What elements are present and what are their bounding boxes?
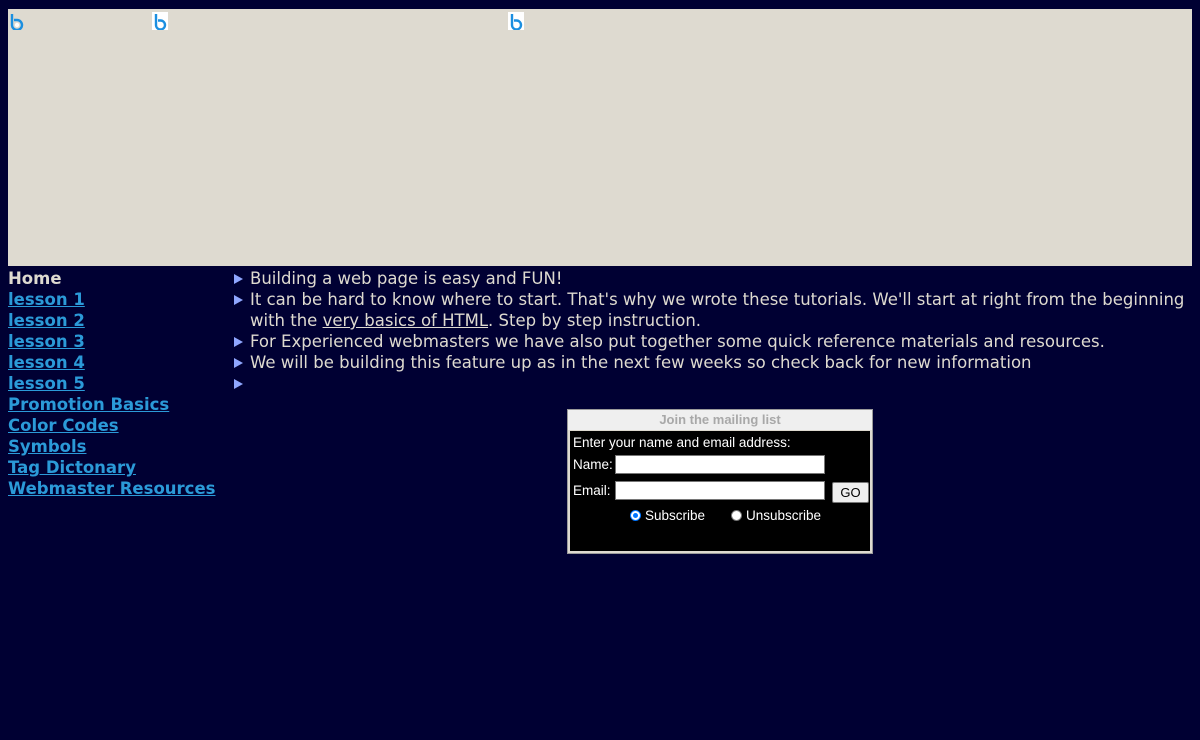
list-item: We will be building this feature up as i…	[232, 352, 1192, 373]
name-field[interactable]	[615, 455, 825, 474]
list-item: It can be hard to know where to start. T…	[232, 289, 1192, 331]
mailing-list-form: Join the mailing list Enter your name an…	[567, 409, 873, 554]
list-item: Building a web page is easy and FUN!	[232, 268, 1192, 289]
bullet-arrow-icon	[234, 379, 243, 389]
email-field[interactable]	[615, 481, 825, 500]
broken-image-icon	[151, 11, 168, 30]
header-banner	[8, 9, 1192, 266]
nav-link-symbols[interactable]: Symbols	[8, 436, 218, 457]
nav-item-home: Home	[8, 269, 62, 288]
bullet-arrow-icon	[234, 358, 243, 368]
broken-image-icon	[507, 11, 524, 30]
main-content: Building a web page is easy and FUN! It …	[232, 268, 1192, 394]
html-basics-link[interactable]: very basics of HTML	[323, 311, 488, 330]
bullet-text: We will be building this feature up as i…	[250, 353, 1032, 372]
bullet-text: Building a web page is easy and FUN!	[250, 269, 563, 288]
mailing-list-body: Enter your name and email address: Name:…	[570, 431, 870, 551]
nav-link-webmaster-resources[interactable]: Webmaster Resources	[8, 478, 218, 499]
unsubscribe-label: Unsubscribe	[746, 508, 822, 523]
broken-image-icon	[8, 11, 25, 30]
unsubscribe-option[interactable]: Unsubscribe	[731, 508, 821, 523]
nav-link-lesson-5[interactable]: lesson 5	[8, 373, 218, 394]
bullet-arrow-icon	[234, 274, 243, 284]
list-item: For Experienced webmasters we have also …	[232, 331, 1192, 352]
bullet-text: . Step by step instruction.	[488, 311, 702, 330]
mailing-intro-text: Enter your name and email address:	[573, 435, 791, 450]
sidebar-nav: Home lesson 1 lesson 2 lesson 3 lesson 4…	[8, 268, 218, 499]
go-button[interactable]: GO	[832, 482, 869, 503]
bullet-arrow-icon	[234, 337, 243, 347]
nav-link-lesson-3[interactable]: lesson 3	[8, 331, 218, 352]
nav-link-promotion-basics[interactable]: Promotion Basics	[8, 394, 218, 415]
bullet-text: For Experienced webmasters we have also …	[250, 332, 1105, 351]
name-label: Name:	[573, 457, 613, 472]
bullet-arrow-icon	[234, 295, 243, 305]
nav-link-lesson-1[interactable]: lesson 1	[8, 289, 218, 310]
list-item	[232, 373, 1192, 394]
subscribe-option[interactable]: Subscribe	[630, 508, 705, 523]
nav-link-lesson-4[interactable]: lesson 4	[8, 352, 218, 373]
nav-link-lesson-2[interactable]: lesson 2	[8, 310, 218, 331]
subscribe-label: Subscribe	[645, 508, 706, 523]
nav-link-color-codes[interactable]: Color Codes	[8, 415, 218, 436]
nav-link-tag-dictionary[interactable]: Tag Dictonary	[8, 457, 218, 478]
subscribe-radio[interactable]	[630, 510, 641, 521]
email-label: Email:	[573, 483, 611, 498]
unsubscribe-radio[interactable]	[731, 510, 742, 521]
mailing-list-title: Join the mailing list	[568, 410, 872, 430]
